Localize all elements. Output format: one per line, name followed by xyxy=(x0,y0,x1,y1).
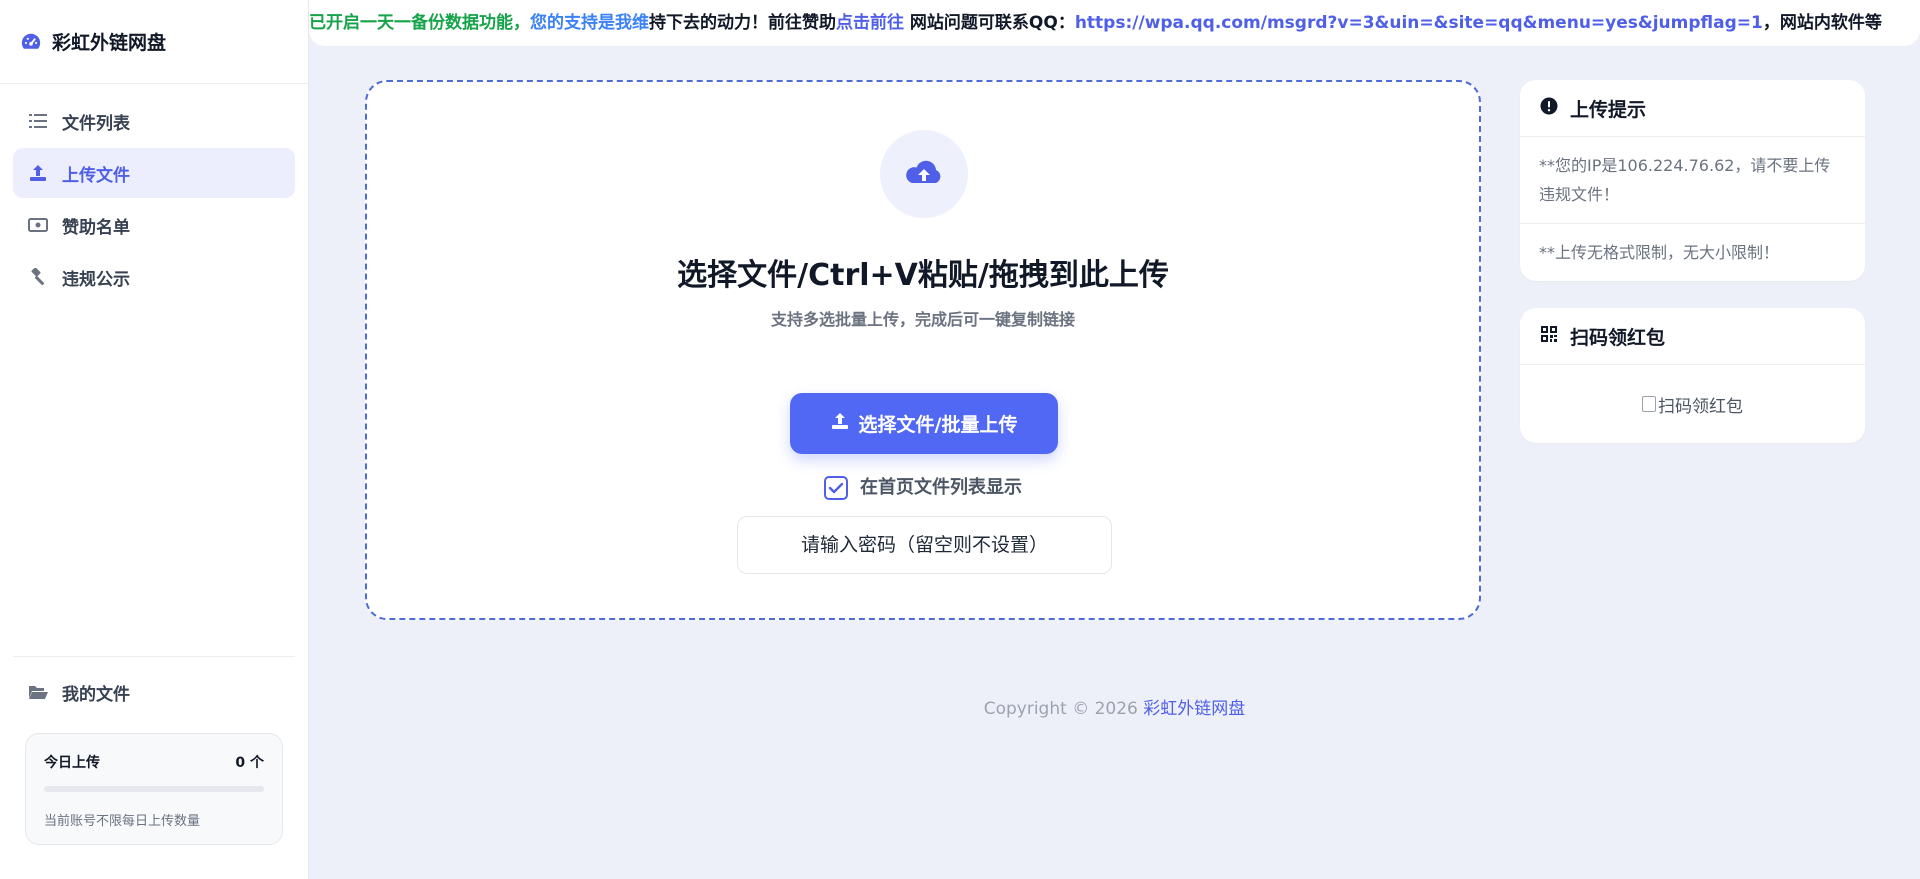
today-upload-progress xyxy=(44,786,264,792)
password-input[interactable] xyxy=(737,516,1112,574)
upload-dropzone[interactable]: 选择文件/Ctrl+V粘贴/拖拽到此上传 支持多选批量上传，完成后可一键复制链接… xyxy=(365,80,1481,620)
upload-tips-title: 上传提示 xyxy=(1570,98,1647,121)
hammer-icon xyxy=(28,267,48,287)
qr-code-image: 扫码领红包 xyxy=(1520,365,1865,443)
today-upload-label: 今日上传 xyxy=(44,755,100,771)
qr-redpacket-title: 扫码领红包 xyxy=(1570,326,1666,349)
select-files-button[interactable]: 选择文件/批量上传 xyxy=(790,393,1058,454)
ticker-segment: 已开启一天一备份数据功能， xyxy=(309,13,530,33)
sidebar-item-upload[interactable]: 上传文件 xyxy=(13,148,295,198)
select-files-button-label: 选择文件/批量上传 xyxy=(858,414,1018,436)
show-on-homepage-label: 在首页文件列表显示 xyxy=(860,477,1022,498)
ticker-segment: 持下去的动力！前往赞助 xyxy=(649,13,836,33)
upload-tips-header: 上传提示 xyxy=(1520,80,1865,137)
upload-icon xyxy=(831,412,849,435)
footer: Copyright © 2026 彩虹外链网盘 xyxy=(309,694,1920,719)
sidebar-item-my-files[interactable]: 我的文件 xyxy=(13,667,295,717)
brand-name: 彩虹外链网盘 xyxy=(52,32,167,54)
upload-tip-line: **您的IP是106.224.76.62，请不要上传违规文件！ xyxy=(1539,156,1831,204)
sidebar-bottom: 我的文件 今日上传 0 个 当前账号不限每日上传数量 xyxy=(13,656,295,845)
qr-redpacket-card: 扫码领红包 扫码领红包 xyxy=(1520,308,1865,443)
show-on-homepage-checkbox[interactable] xyxy=(824,476,848,500)
footer-site-link[interactable]: 彩虹外链网盘 xyxy=(1143,699,1245,719)
ticker-segment: 您的支持是我维 xyxy=(530,13,649,33)
money-icon xyxy=(28,215,48,235)
folder-open-icon xyxy=(28,682,48,702)
qr-code-image-alt: 扫码领红包 xyxy=(1658,396,1743,417)
ticker-segment: 网站问题可联系QQ： xyxy=(904,13,1075,33)
qr-redpacket-header: 扫码领红包 xyxy=(1520,308,1865,365)
announcement-ticker: 已开启一天一备份数据功能，您的支持是我维持下去的动力！前往赞助点击前往 网站问题… xyxy=(309,0,1920,46)
sidebar-item-violations[interactable]: 违规公示 xyxy=(13,252,295,302)
qrcode-icon xyxy=(1540,325,1558,348)
dashboard-gauge-icon xyxy=(20,31,42,53)
today-upload-count: 0 个 xyxy=(235,755,264,771)
upload-tips-card: 上传提示 **您的IP是106.224.76.62，请不要上传违规文件！ **上… xyxy=(1520,80,1865,281)
upload-subtitle: 支持多选批量上传，完成后可一键复制链接 xyxy=(770,310,1075,329)
ticker-segment: ，网站内软件等 xyxy=(1762,13,1882,33)
sidebar-nav: 文件列表 上传文件 赞助名单 违规公示 xyxy=(0,84,308,316)
today-upload-note: 当前账号不限每日上传数量 xyxy=(44,814,201,829)
upload-tip-line: **上传无格式限制，无大小限制！ xyxy=(1520,223,1865,281)
sidebar-item-file-list[interactable]: 文件列表 xyxy=(13,96,295,146)
copyright-text: Copyright © 2026 xyxy=(983,699,1144,719)
sponsor-link[interactable]: 点击前往 xyxy=(836,13,904,33)
ticker-text: 已开启一天一备份数据功能，您的支持是我维持下去的动力！前往赞助点击前往 网站问题… xyxy=(309,0,1882,46)
list-icon xyxy=(28,111,48,131)
brand[interactable]: 彩虹外链网盘 xyxy=(0,0,308,84)
sidebar-item-label: 文件列表 xyxy=(62,113,130,134)
sidebar-item-sponsors[interactable]: 赞助名单 xyxy=(13,200,295,250)
sidebar-item-label: 违规公示 xyxy=(62,269,130,290)
sidebar-item-label: 我的文件 xyxy=(62,684,130,705)
sidebar-item-label: 赞助名单 xyxy=(62,217,130,238)
exclamation-circle-icon xyxy=(1540,97,1558,120)
today-upload-card: 今日上传 0 个 当前账号不限每日上传数量 xyxy=(25,733,283,845)
broken-image-icon xyxy=(1642,396,1656,412)
sidebar: 彩虹外链网盘 文件列表 上传文件 赞助名单 违规公示 我的文件 今日上传 0 个… xyxy=(0,0,309,879)
cloud-upload-icon xyxy=(880,130,968,218)
show-on-homepage-option[interactable]: 在首页文件列表显示 xyxy=(367,472,1479,500)
sidebar-item-label: 上传文件 xyxy=(62,165,130,186)
upload-title: 选择文件/Ctrl+V粘贴/拖拽到此上传 xyxy=(677,258,1169,293)
upload-icon xyxy=(28,163,48,183)
qq-contact-link[interactable]: https://wpa.qq.com/msgrd?v=3&uin=&site=q… xyxy=(1075,13,1763,33)
